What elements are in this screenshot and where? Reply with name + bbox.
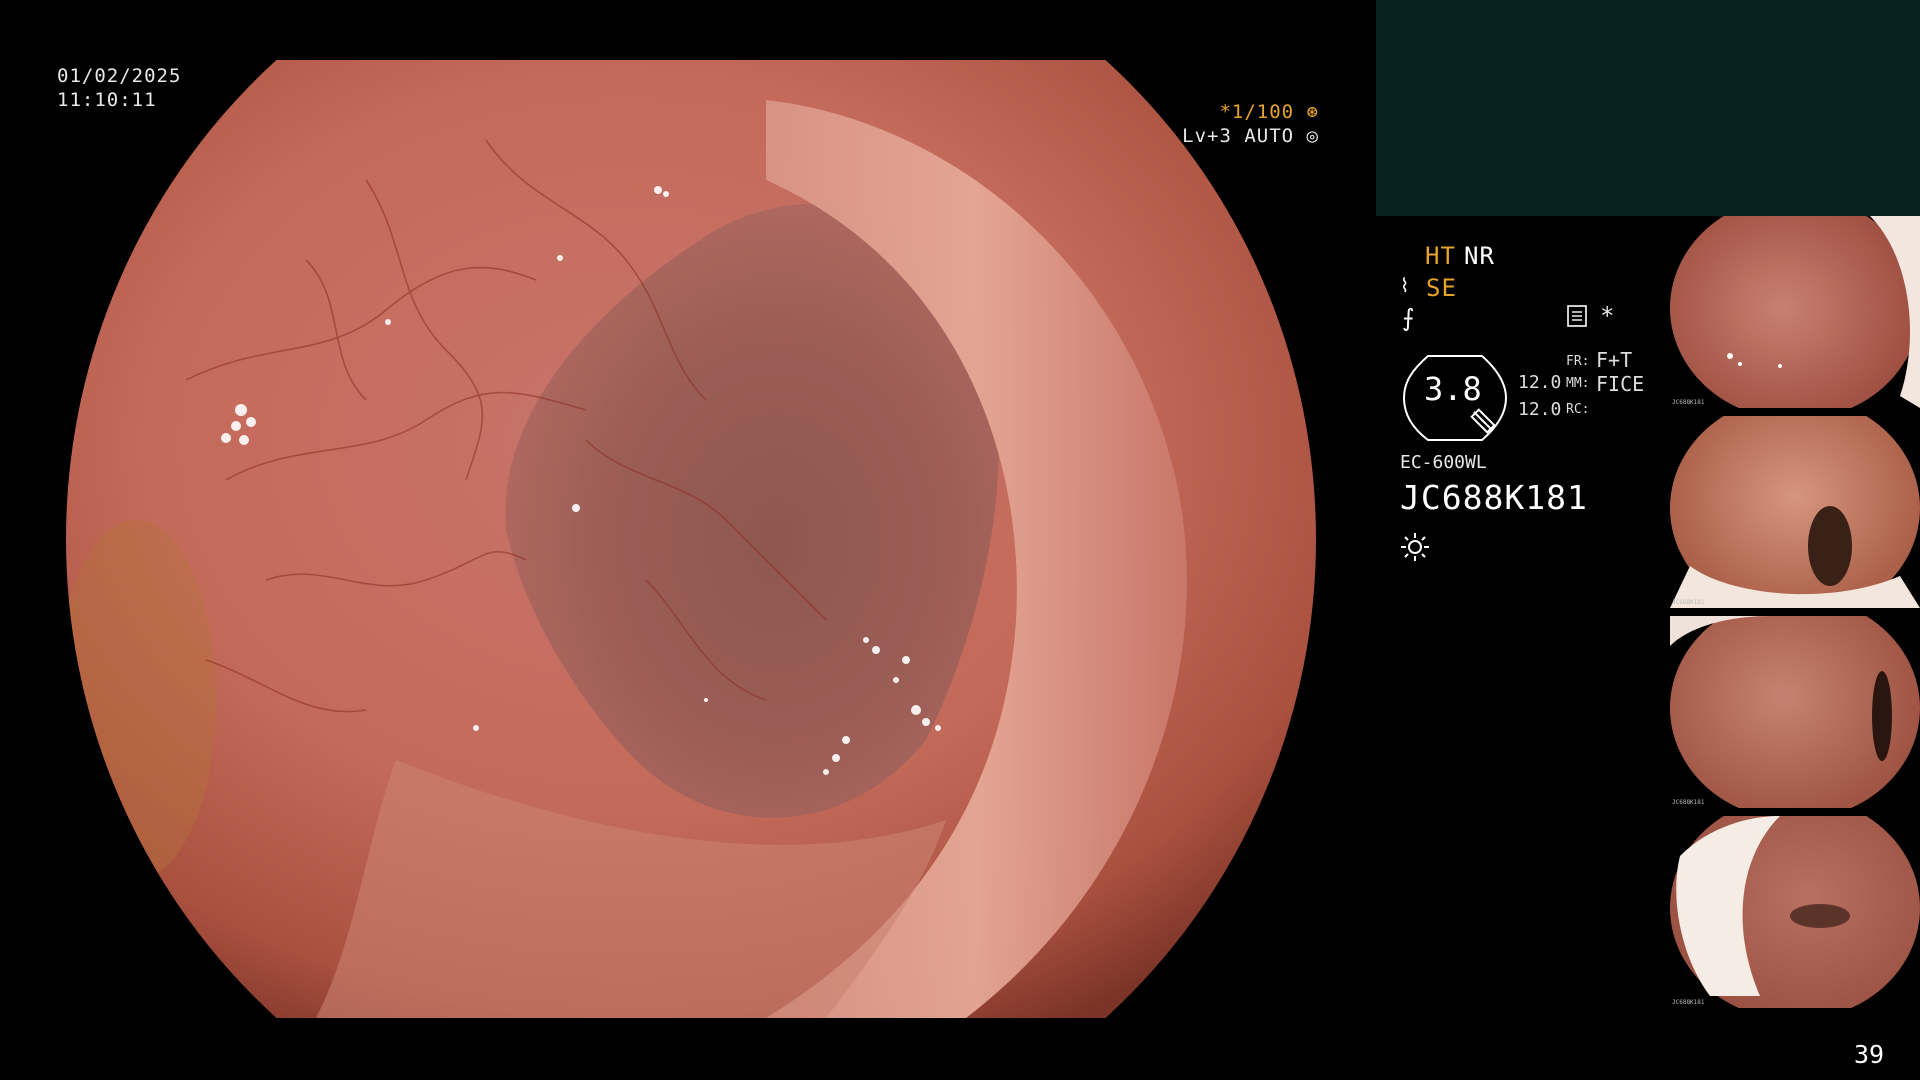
thumbnail-caption: JC688K181 <box>1672 399 1705 406</box>
datetime-readout: 01/02/2025 11:10:11 <box>57 64 181 112</box>
info-panel <box>1376 0 1920 216</box>
thumbnail-1[interactable]: JC688K181 <box>1670 216 1920 408</box>
status-panel: HT NR ⌇ SE ⨍ * 3.8 12.0 12.0 FR: F+T MM:… <box>1400 242 1670 572</box>
thumbnail-4[interactable]: JC688K181 <box>1670 816 1920 1008</box>
exposure-readout: *1/100 ⊛ Lv+3 AUTO ◎ <box>1182 100 1319 148</box>
document-icon <box>1567 305 1587 327</box>
thumbnail-2[interactable]: JC688K181 <box>1670 416 1920 608</box>
asterisk-icon: * <box>1600 302 1616 330</box>
thumbnail-caption: JC688K181 <box>1672 999 1705 1006</box>
thumbnail-3[interactable]: JC688K181 <box>1670 616 1920 808</box>
shutter-label: *1/100 <box>1219 101 1295 123</box>
thumbnail-caption: JC688K181 <box>1672 799 1705 806</box>
endoscope-main-view <box>66 60 1316 1018</box>
fr-label: FR: <box>1566 354 1590 369</box>
level-label: Lv+3 AUTO <box>1182 125 1295 147</box>
scope-model: EC-600WL <box>1400 452 1487 473</box>
scope-serial: JC688K181 <box>1400 478 1588 517</box>
ht-label: HT <box>1425 242 1456 270</box>
nr-label: NR <box>1464 242 1495 270</box>
se-label: SE <box>1426 274 1457 302</box>
light-icon <box>1401 533 1429 561</box>
curve-icon: ⨍ <box>1402 304 1416 332</box>
aperture-icon: ⊛ <box>1306 101 1319 123</box>
mm-label: MM: <box>1566 376 1590 391</box>
target-icon: ◎ <box>1306 125 1319 147</box>
value-top: 12.0 <box>1518 372 1562 393</box>
date-label: 01/02/2025 <box>57 65 182 87</box>
page-number: 39 <box>1854 1040 1885 1069</box>
value-bottom: 12.0 <box>1518 399 1562 420</box>
time-label: 11:10:11 <box>57 89 157 111</box>
fr-value: F+T <box>1596 348 1633 372</box>
thumbnail-caption: JC688K181 <box>1672 599 1705 606</box>
enhance-icon: ⌇ <box>1400 275 1411 297</box>
zoom-value: 3.8 <box>1424 370 1482 408</box>
rc-label: RC: <box>1566 402 1590 417</box>
mm-value: FICE <box>1596 372 1645 396</box>
